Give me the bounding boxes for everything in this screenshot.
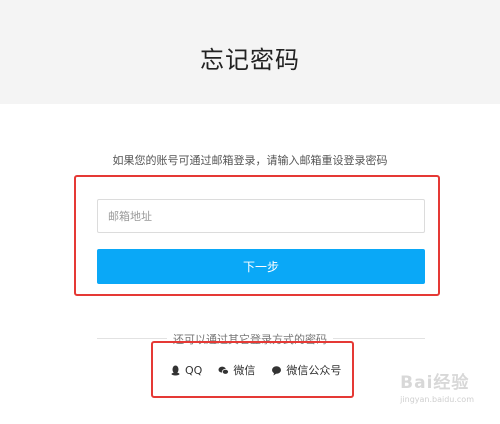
- reset-hint-text: 如果您的账号可通过邮箱登录，请输入邮箱重设登录密码: [112, 154, 388, 167]
- links-highlight-box: [151, 341, 354, 398]
- baidu-jingyan-watermark: Bai经验 jingyan.baidu.com: [400, 368, 474, 404]
- page-header: 忘记密码: [0, 0, 500, 104]
- page-title: 忘记密码: [200, 46, 300, 74]
- watermark-site: jingyan.baidu.com: [400, 395, 474, 404]
- watermark-brand: Bai经验: [400, 373, 470, 393]
- form-highlight-box: [74, 175, 440, 296]
